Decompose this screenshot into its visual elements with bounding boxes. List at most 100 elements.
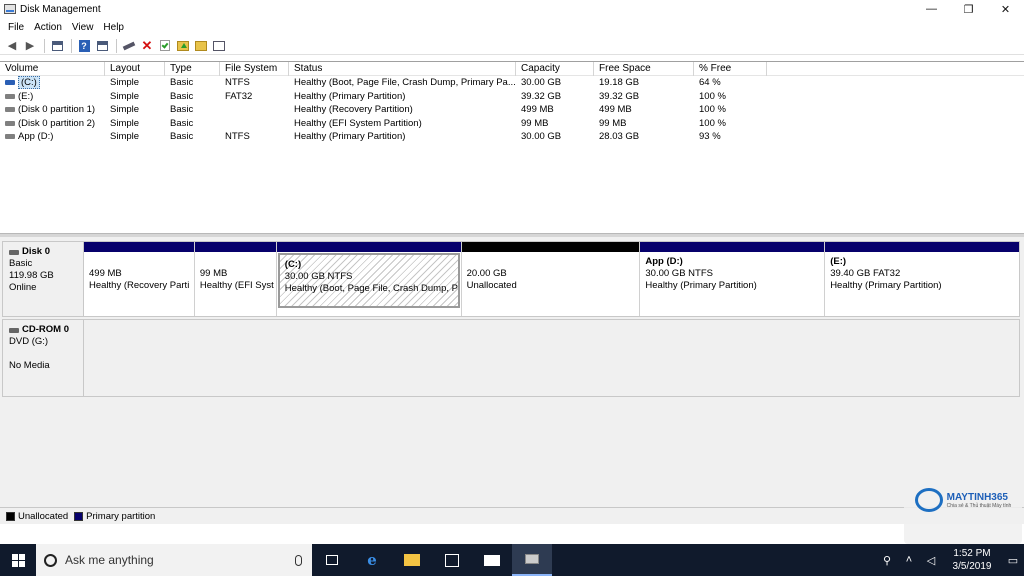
clock[interactable]: 1:52 PM 3/5/2019 <box>942 547 1002 573</box>
partition-size: 99 MB <box>199 268 228 279</box>
column-header-file-system[interactable]: File System <box>220 62 289 76</box>
properties-icon[interactable] <box>49 39 65 53</box>
partition-e[interactable]: (E:) 39.40 GB FAT32 Healthy (Primary Par… <box>825 242 1019 316</box>
volume-layout: Simple <box>110 90 140 102</box>
folder-search-icon[interactable] <box>193 39 209 53</box>
partition-status: Healthy (Primary Partition) <box>830 280 942 291</box>
maximize-button[interactable]: ❐ <box>950 0 987 18</box>
disk-size: 119.98 GB <box>9 270 54 281</box>
cdrom-0-label[interactable]: CD-ROM 0 DVD (G:) No Media <box>2 319 84 397</box>
back-icon[interactable]: ◀ <box>4 39 20 53</box>
column-header-layout[interactable]: Layout <box>105 62 165 76</box>
minimize-button[interactable]: — <box>913 0 950 18</box>
volume-percent-free: 64 % <box>699 77 721 88</box>
volume-status: Healthy (Recovery Partition) <box>294 104 413 115</box>
volume-name: (Disk 0 partition 1) <box>18 104 96 115</box>
settings-list-icon[interactable] <box>211 39 227 53</box>
microphone-icon[interactable] <box>295 554 302 566</box>
column-header-percent-free[interactable]: % Free <box>694 62 767 76</box>
column-header-status[interactable]: Status <box>289 62 516 76</box>
partition-unallocated[interactable]: 20.00 GB Unallocated <box>461 242 641 316</box>
help-icon[interactable]: ? <box>76 39 92 53</box>
delete-icon[interactable]: ✕ <box>139 38 155 53</box>
window-controls: — ❐ ✕ <box>913 0 1024 18</box>
partition-bar <box>640 242 825 252</box>
partition-d[interactable]: App (D:) 30.00 GB NTFS Healthy (Primary … <box>640 242 826 316</box>
taskbar: Ask me anything e ⚲ ˄ ◁ 1:52 PM 3/5/2019… <box>0 544 1024 576</box>
hard-disk-icon <box>9 249 19 255</box>
column-header-volume[interactable]: Volume <box>0 62 105 76</box>
connect-icon[interactable] <box>121 39 137 53</box>
volume-percent-free: 100 % <box>699 90 726 102</box>
console-icon[interactable] <box>94 39 110 53</box>
disk-management-taskbar-icon[interactable] <box>512 544 552 576</box>
check-icon[interactable] <box>157 39 173 53</box>
notification-icon[interactable]: ▭ <box>1002 554 1024 567</box>
volume-type: Basic <box>170 117 194 129</box>
partition-recovery[interactable]: 499 MB Healthy (Recovery Parti <box>84 242 195 316</box>
volume-capacity: 30.00 GB <box>521 77 562 88</box>
volume-icon <box>5 107 15 113</box>
partition-efi[interactable]: 99 MB Healthy (EFI Syst <box>194 242 277 316</box>
partition-status: Healthy (Primary Partition) <box>645 280 757 291</box>
menu-view[interactable]: View <box>67 22 99 33</box>
table-row[interactable]: (Disk 0 partition 1) Simple Basic Health… <box>0 103 1024 117</box>
disk-0-partitions: 499 MB Healthy (Recovery Parti 99 MB Hea… <box>84 241 1020 317</box>
close-button[interactable]: ✕ <box>987 0 1024 18</box>
volume-type: Basic <box>170 104 194 115</box>
disk-name: Disk 0 <box>22 246 50 257</box>
partition-name <box>467 256 635 268</box>
legend-item-unallocated: Unallocated <box>6 511 68 522</box>
watermark-tagline: Chia sẻ & Thủ thuật Máy tính <box>946 502 1012 509</box>
partition-bar <box>84 242 194 252</box>
mail-icon[interactable] <box>472 544 512 576</box>
volume-capacity: 30.00 GB <box>521 131 562 142</box>
volume-free-space: 99 MB <box>599 117 627 129</box>
disk-type: Basic <box>9 258 33 269</box>
partition-bar <box>276 242 461 252</box>
partition-c[interactable]: (C:) 30.00 GB NTFS Healthy (Boot, Page F… <box>276 242 462 316</box>
store-icon[interactable] <box>432 544 472 576</box>
volume-status: Healthy (Primary Partition) <box>294 131 406 142</box>
start-button[interactable] <box>0 544 36 576</box>
volume-type: Basic <box>170 131 194 142</box>
volume-type: Basic <box>170 77 194 88</box>
volume-name: (Disk 0 partition 2) <box>18 117 96 129</box>
volume-type: Basic <box>170 90 194 102</box>
people-icon[interactable]: ⚲ <box>876 554 898 567</box>
table-row[interactable]: (E:) Simple Basic FAT32 Healthy (Primary… <box>0 90 1024 104</box>
cdrom-drive: DVD (G:) <box>9 336 49 347</box>
show-hidden-icons[interactable]: ˄ <box>898 554 920 566</box>
volume-capacity: 99 MB <box>521 117 549 129</box>
table-row[interactable]: App (D:) Simple Basic NTFS Healthy (Prim… <box>0 130 1024 144</box>
volume-free-space: 499 MB <box>599 104 632 115</box>
file-explorer-icon[interactable] <box>392 544 432 576</box>
table-row[interactable]: (Disk 0 partition 2) Simple Basic Health… <box>0 117 1024 131</box>
volume-file-system: FAT32 <box>225 90 253 102</box>
edge-icon[interactable]: e <box>352 544 392 576</box>
menu-help[interactable]: Help <box>98 22 129 33</box>
column-header-type[interactable]: Type <box>165 62 220 76</box>
menu-file[interactable]: File <box>3 22 29 33</box>
legend-swatch <box>74 511 84 521</box>
disk-state: Online <box>9 282 37 293</box>
partition-name <box>200 256 271 268</box>
partition-status: Healthy (Boot, Page File, Crash Dump, Pr <box>284 283 460 294</box>
folder-up-icon[interactable] <box>175 39 191 53</box>
forward-icon[interactable]: ▶ <box>22 39 38 53</box>
globe-icon <box>914 488 943 512</box>
system-tray: ⚲ ˄ ◁ 1:52 PM 3/5/2019 ▭ <box>876 544 1024 576</box>
partition-name <box>89 256 189 268</box>
table-row[interactable]: (C:) Simple Basic NTFS Healthy (Boot, Pa… <box>0 76 1024 90</box>
menu-action[interactable]: Action <box>29 22 67 33</box>
disk-0-label[interactable]: Disk 0 Basic 119.98 GB Online <box>2 241 84 317</box>
partition-size: 30.00 GB NTFS <box>284 271 353 282</box>
toolbar-separator <box>71 38 72 53</box>
search-box[interactable]: Ask me anything <box>36 544 312 576</box>
task-view-icon[interactable] <box>312 544 352 576</box>
partition-name: App (D:) <box>645 256 683 267</box>
volume-icon[interactable]: ◁ <box>920 554 942 567</box>
column-header-capacity[interactable]: Capacity <box>516 62 594 76</box>
volume-layout: Simple <box>110 117 140 129</box>
column-header-free-space[interactable]: Free Space <box>594 62 694 76</box>
